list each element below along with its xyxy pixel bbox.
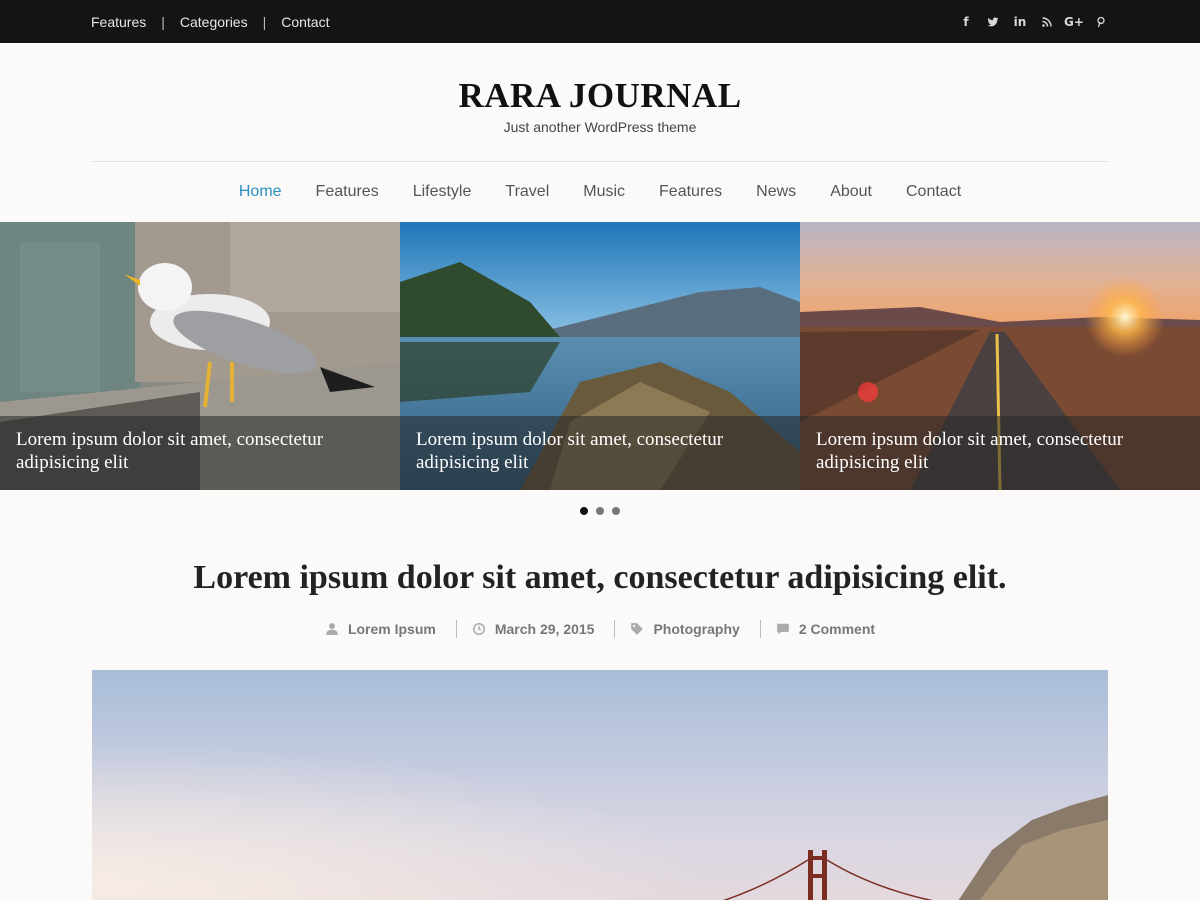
post-comments: 2 Comment <box>776 621 875 637</box>
comment-icon <box>776 623 789 635</box>
post-date: March 29, 2015 <box>472 621 595 637</box>
post-author-name[interactable]: Lorem Ipsum <box>348 621 436 637</box>
post-meta: Lorem Ipsum March 29, 2015 Photography 2… <box>0 620 1200 638</box>
featured-slider: Lorem ipsum dolor sit amet, consectetur … <box>0 222 1200 490</box>
top-bar: Features | Categories | Contact f in G+ <box>0 0 1200 43</box>
nav-item-contact[interactable]: Contact <box>906 183 961 201</box>
site-branding: RARA JOURNAL Just another WordPress them… <box>0 43 1200 161</box>
slide-caption-text[interactable]: Lorem ipsum dolor sit amet, consectetur … <box>16 428 384 474</box>
nav-item-lifestyle[interactable]: Lifestyle <box>413 183 472 201</box>
nav-item-features[interactable]: Features <box>316 183 379 201</box>
golden-gate-bridge-image <box>92 670 1108 900</box>
user-icon <box>326 623 338 635</box>
clock-icon <box>472 623 485 635</box>
nav-item-features-2[interactable]: Features <box>659 183 722 201</box>
nav-item-about[interactable]: About <box>830 183 872 201</box>
nav-item-news[interactable]: News <box>756 183 796 201</box>
main-navigation: Home Features Lifestyle Travel Music Fea… <box>0 162 1200 222</box>
slide-seagull[interactable]: Lorem ipsum dolor sit amet, consectetur … <box>0 222 400 490</box>
post-title[interactable]: Lorem ipsum dolor sit amet, consectetur … <box>0 558 1200 598</box>
top-nav-separator: | <box>161 13 165 30</box>
slide-caption[interactable]: Lorem ipsum dolor sit amet, consectetur … <box>400 416 800 490</box>
slider-pagination <box>0 490 1200 532</box>
facebook-icon[interactable]: f <box>959 15 973 29</box>
meta-separator <box>614 620 616 638</box>
slide-caption-text[interactable]: Lorem ipsum dolor sit amet, consectetur … <box>416 428 784 474</box>
top-navigation: Features | Categories | Contact <box>91 0 329 43</box>
top-nav-separator: | <box>262 13 267 30</box>
blog-post: Lorem ipsum dolor sit amet, consectetur … <box>0 558 1200 900</box>
top-nav-categories[interactable]: Categories <box>180 14 248 30</box>
twitter-icon[interactable] <box>986 15 1000 29</box>
post-comments-link[interactable]: 2 Comment <box>799 621 875 637</box>
slide-caption[interactable]: Lorem ipsum dolor sit amet, consectetur … <box>0 416 400 490</box>
top-nav-features[interactable]: Features <box>91 14 146 30</box>
post-author: Lorem Ipsum <box>325 621 436 637</box>
nav-item-travel[interactable]: Travel <box>505 183 549 201</box>
slide-sunset-road[interactable]: Lorem ipsum dolor sit amet, consectetur … <box>800 222 1200 490</box>
slider-dot-1[interactable] <box>580 507 588 515</box>
tag-icon <box>631 623 644 635</box>
meta-separator <box>759 620 761 638</box>
slide-mountain-lake[interactable]: Lorem ipsum dolor sit amet, consectetur … <box>400 222 800 490</box>
social-links: f in G+ <box>959 0 1108 43</box>
rss-icon[interactable] <box>1040 15 1054 29</box>
post-featured-image[interactable] <box>92 670 1108 900</box>
post-category-link[interactable]: Photography <box>653 621 739 637</box>
slide-caption[interactable]: Lorem ipsum dolor sit amet, consectetur … <box>800 416 1200 490</box>
post-date-text[interactable]: March 29, 2015 <box>495 621 595 637</box>
post-category: Photography <box>630 621 740 637</box>
slider-dot-3[interactable] <box>612 507 620 515</box>
pinterest-icon[interactable] <box>1094 15 1108 29</box>
meta-separator <box>455 620 457 638</box>
nav-item-home[interactable]: Home <box>239 183 282 201</box>
nav-item-music[interactable]: Music <box>583 183 625 201</box>
top-nav-contact[interactable]: Contact <box>281 14 329 30</box>
linkedin-icon[interactable]: in <box>1013 15 1027 29</box>
site-description: Just another WordPress theme <box>503 119 697 135</box>
site-title[interactable]: RARA JOURNAL <box>0 76 1200 116</box>
slide-caption-text[interactable]: Lorem ipsum dolor sit amet, consectetur … <box>816 428 1184 474</box>
google-plus-icon[interactable]: G+ <box>1064 15 1084 29</box>
slider-dot-2[interactable] <box>596 507 604 515</box>
